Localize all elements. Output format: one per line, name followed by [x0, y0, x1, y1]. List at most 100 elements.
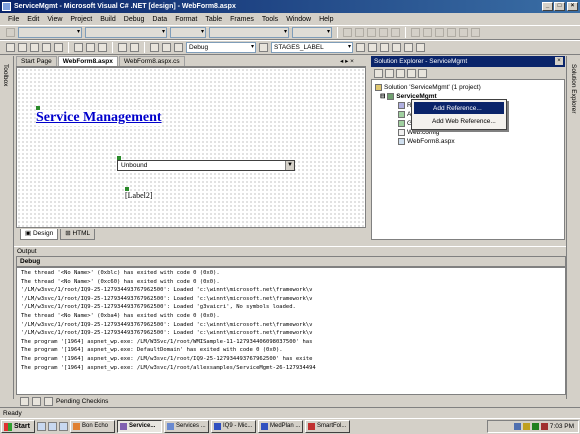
save-all-icon[interactable] [54, 43, 63, 52]
view-code-icon[interactable] [374, 68, 383, 78]
bold-icon[interactable] [343, 28, 352, 37]
underline-icon[interactable] [367, 28, 376, 37]
align-right-icon[interactable] [435, 28, 444, 37]
menu-item-add-reference[interactable]: Add Reference... [414, 102, 504, 114]
output-source[interactable]: Debug [16, 256, 566, 267]
menu-help[interactable]: Help [315, 16, 337, 23]
font-name-combo[interactable] [85, 27, 167, 38]
taskbar-button-iq9[interactable]: IQ9 - Mic... [211, 420, 256, 433]
close-icon[interactable]: × [555, 57, 563, 65]
new-project-icon[interactable] [6, 43, 15, 52]
label-control[interactable]: [Label2] [125, 191, 153, 200]
volume-icon[interactable] [522, 423, 530, 430]
taskbar-button-bon-echo[interactable]: Bon Echo [70, 420, 115, 433]
refresh-icon[interactable] [396, 68, 405, 78]
add-item-icon[interactable] [18, 43, 27, 52]
nav-forward-icon[interactable] [162, 43, 171, 52]
tree-item-global[interactable]: G [398, 119, 412, 128]
toolbar-options-icon[interactable] [416, 43, 425, 52]
cut-icon[interactable] [74, 43, 83, 52]
tab-webform8-aspx[interactable]: WebForm8.aspx [57, 56, 118, 66]
format-style-icon[interactable] [6, 28, 15, 37]
align-center-icon[interactable] [423, 28, 432, 37]
menu-table[interactable]: Table [201, 16, 226, 23]
menu-data[interactable]: Data [148, 16, 171, 23]
menu-format[interactable]: Format [171, 16, 201, 23]
redo-icon[interactable] [130, 43, 139, 52]
menu-edit[interactable]: Edit [23, 16, 43, 23]
menu-debug[interactable]: Debug [120, 16, 149, 23]
text-color-icon[interactable] [379, 28, 388, 37]
tree-item-assembly[interactable]: A [398, 110, 411, 119]
close-button[interactable]: × [567, 2, 578, 11]
solution-explorer-strip[interactable]: Solution Explorer [566, 56, 580, 399]
tree-solution-node[interactable]: Solution 'ServiceMgmt' (1 project) [375, 83, 481, 92]
nav-back-icon[interactable] [150, 43, 159, 52]
menu-tools[interactable]: Tools [258, 16, 282, 23]
copy-icon[interactable] [86, 43, 95, 52]
update-icon[interactable] [540, 423, 548, 430]
tab-scroll-close-controls[interactable]: ◂ ▸ × [340, 57, 354, 65]
start-button[interactable]: Start [1, 420, 35, 433]
quicklaunch-browser-icon[interactable] [48, 422, 57, 431]
quicklaunch-app-icon[interactable] [59, 422, 68, 431]
solution-explorer-icon[interactable] [368, 43, 377, 52]
numbered-list-icon[interactable] [459, 28, 468, 37]
taskbar-button-medplan[interactable]: MedPlan ... [258, 420, 303, 433]
taskbar-button-services[interactable]: Services ... [164, 420, 209, 433]
tab-html[interactable]: ⊞ HTML [60, 229, 96, 240]
menu-window[interactable]: Window [282, 16, 315, 23]
properties-icon[interactable] [418, 68, 427, 78]
minimize-button[interactable]: _ [542, 2, 553, 11]
justify-icon[interactable] [447, 28, 456, 37]
align-left-icon[interactable] [411, 28, 420, 37]
tab-design[interactable]: ▣ Design [20, 229, 59, 240]
size-combo-2[interactable] [292, 27, 332, 38]
highlight-icon[interactable] [391, 28, 400, 37]
taskbar-button-smartfol[interactable]: SmartFol... [305, 420, 350, 433]
security-icon[interactable] [531, 423, 539, 430]
tree-item-references[interactable]: R [398, 101, 412, 110]
menu-build[interactable]: Build [96, 16, 120, 23]
tab-webform8-aspx-cs[interactable]: WebForm8.aspx.cs [118, 56, 185, 66]
clock[interactable]: 7:03 PM [550, 423, 574, 430]
save-icon[interactable] [42, 43, 51, 52]
design-surface[interactable]: Service Management Unbound ▼ [Label2] [16, 67, 366, 228]
chevron-down-icon[interactable]: ▼ [285, 161, 294, 170]
italic-icon[interactable] [355, 28, 364, 37]
quicklaunch-desktop-icon[interactable] [37, 422, 46, 431]
tab-pending-checkins[interactable]: Pending Checkins [56, 398, 108, 405]
toolbox-icon[interactable] [392, 43, 401, 52]
start-debug-icon[interactable] [174, 43, 183, 52]
class-view-icon[interactable] [404, 43, 413, 52]
taskbar-button-servicemgmt[interactable]: Service... [117, 420, 162, 433]
find-in-files-icon[interactable] [356, 43, 365, 52]
find-combo[interactable]: STAGES_LABEL [271, 42, 353, 53]
undo-icon[interactable] [118, 43, 127, 52]
menu-frames[interactable]: Frames [226, 16, 258, 23]
menu-item-add-web-reference[interactable]: Add Web Reference... [414, 116, 504, 128]
show-all-files-icon[interactable] [407, 68, 416, 78]
properties-icon[interactable] [380, 43, 389, 52]
find-icon[interactable] [259, 43, 268, 52]
menu-view[interactable]: View [43, 16, 66, 23]
maximize-button[interactable]: □ [554, 2, 565, 11]
title-bar[interactable]: ServiceMgmt - Microsoft Visual C# .NET [… [0, 0, 580, 13]
network-icon[interactable] [513, 423, 521, 430]
view-designer-icon[interactable] [385, 68, 394, 78]
menu-file[interactable]: File [4, 16, 23, 23]
menu-project[interactable]: Project [66, 16, 96, 23]
task-list-icon[interactable] [32, 397, 41, 406]
page-heading[interactable]: Service Management [36, 110, 162, 126]
output-tab-icon[interactable] [20, 397, 29, 406]
tab-start-page[interactable]: Start Page [16, 56, 57, 66]
tree-item-webform8[interactable]: WebForm8.aspx [398, 137, 455, 146]
open-file-icon[interactable] [30, 43, 39, 52]
output-text[interactable]: The thread '<No Name>' (0xblc) has exite… [16, 267, 566, 395]
solution-config-combo[interactable]: Debug [186, 42, 256, 53]
dropdown-list[interactable]: Unbound ▼ [117, 160, 295, 171]
block-format-combo[interactable] [18, 27, 82, 38]
bullet-list-icon[interactable] [471, 28, 480, 37]
font-size-combo[interactable] [170, 27, 206, 38]
font-combo-2[interactable] [209, 27, 289, 38]
